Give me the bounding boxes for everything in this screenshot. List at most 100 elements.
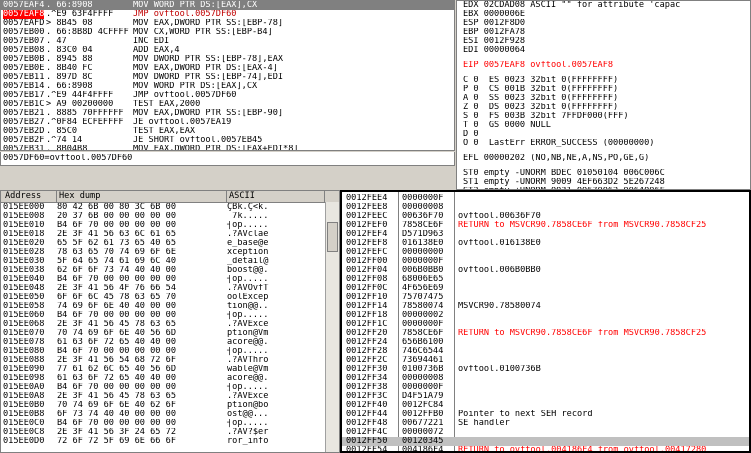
stack-row[interactable]: 0012FEF0 7858CE6F RETURN to MSVCR90.7858CE… (342, 221, 749, 230)
registers-pane[interactable]: EDX 02CDAD08 ASCII "" for attribute 'cap… (456, 0, 751, 190)
dump-row[interactable]: 015EE070 70 74 69 6F 6E 40 56 6D ption@Vm (1, 329, 339, 338)
stack-row[interactable]: 0012FF1C 0000000F (342, 320, 749, 329)
stack-row[interactable]: 0012FF18 00000002 (342, 311, 749, 320)
dump-row[interactable]: 015EE078 61 63 6F 72 65 40 40 00 acore@@. (1, 338, 339, 347)
register-line[interactable]: EDI 00000064 (457, 46, 750, 55)
register-line[interactable]: ESI 0012F928 (457, 37, 750, 46)
stack-row[interactable]: 0012FF44 0012FFB0 Pointer to next SEH reco… (342, 410, 749, 419)
dump-row[interactable]: 015EE0A0 B4 6F 70 00 00 00 00 00 ┤op..... (1, 383, 339, 392)
dump-row[interactable]: 015EE088 2E 3F 41 56 54 68 72 6F .?AVThro (1, 356, 339, 365)
disasm-row[interactable]: 0057EAFD > 8B45 08 MOV EAX,DWORD PTR SS:[E… (1, 19, 454, 28)
stack-row[interactable]: 0012FF2C 73694461 (342, 356, 749, 365)
dump-scrollbar[interactable] (325, 202, 339, 452)
memory-dump-pane[interactable]: Address Hex dump ASCII 015EE000 80 42 6B … (0, 190, 340, 453)
stack-row[interactable]: 0012FEFC 00000000 (342, 248, 749, 257)
disasm-row[interactable]: 0057EB0E. 8B40 FC MOV EAX,DWORD PTR DS:[E… (1, 64, 454, 73)
stack-row[interactable]: 0012FF50 00120345 (342, 437, 749, 446)
stack-row[interactable]: 0012FF14 78580074 MSVCR90.78580074 (342, 302, 749, 311)
disasm-row[interactable]: 0057EB21. 8885 70FFFFFF MOV EAX,DWORD PTR… (1, 109, 454, 118)
register-line[interactable]: EDX 02CDAD08 ASCII "" for attribute 'cap… (457, 1, 750, 10)
dump-row[interactable]: 015EE000 80 42 6B 00 80 3C 6B 00 ÇBk.Ç<k. (1, 203, 339, 212)
stack-row[interactable]: 0012FEEC 00636F70 ovftool.00636F70 (342, 212, 749, 221)
disasm-row[interactable]: 0057EB1C > A9 00200000 TEST EAX,2000 (1, 100, 454, 109)
dump-row[interactable]: 015EE038 62 6F 6F 73 74 40 40 00 boost@@. (1, 266, 339, 275)
disassembly-pane[interactable]: 0057EAF4. 66:8908 MOV WORD PTR DS:[EAX],C… (0, 0, 455, 151)
dump-row[interactable]: 015EE018 2E 3F 41 56 63 6C 61 65 .?AVclae (1, 230, 339, 239)
dump-row[interactable]: 015EE040 B4 6F 70 00 00 00 00 00 ┤op..... (1, 275, 339, 284)
register-line[interactable]: ESP 0012F8D0 (457, 19, 750, 28)
disasm-row[interactable]: 0057EB31. 8B04B8 MOV EAX,DWORD PTR DS:[EA… (1, 145, 454, 150)
disasm-row[interactable]: 0057EAF4. 66:8908 MOV WORD PTR DS:[EAX],C… (1, 1, 454, 10)
dump-row[interactable]: 015EE008 20 37 6B 00 00 00 00 00 7k..... (1, 212, 339, 221)
stack-row[interactable]: 0012FF04 006B0BB0 ovftool.006B0BB0 (342, 266, 749, 275)
stack-row[interactable]: 0012FF24 656B6100 (342, 338, 749, 347)
dump-row[interactable]: 015EE020 65 5F 62 61 73 65 40 65 e_base@e (1, 239, 339, 248)
dump-header-hex[interactable]: Hex dump (57, 191, 227, 202)
stack-row[interactable]: 0012FF0C 4F656E69 (342, 284, 749, 293)
dump-row[interactable]: 015EE030 5F 64 65 74 61 69 6C 40 _detail@ (1, 257, 339, 266)
disasm-row[interactable]: 0057EB00. 66:8B8D 4CFFFF MOV CX,WORD PTR … (1, 28, 454, 37)
stack-row[interactable]: 0012FF34 00000008 (342, 374, 749, 383)
dump-row[interactable]: 015EE090 77 61 62 6C 65 40 56 6D wable@Vm (1, 365, 339, 374)
register-line[interactable]: C 0 ES 0023 32bit 0(FFFFFFFF) (457, 76, 750, 85)
register-line[interactable]: D 0 (457, 130, 750, 139)
dump-header-ascii[interactable]: ASCII (227, 191, 325, 202)
stack-row[interactable]: 0012FF28 746C6544 (342, 347, 749, 356)
stack-row[interactable]: 0012FEE4 0000000F (342, 194, 749, 203)
stack-row[interactable]: 0012FF10 75707475 (342, 293, 749, 302)
dump-scrollbar-thumb[interactable] (327, 222, 338, 252)
register-line[interactable]: ST1 empty -UNORM 9009 4EF663D2 5E267248 (457, 178, 750, 187)
dump-row[interactable]: 015EE080 B4 6F 70 00 00 00 00 00 ┤op..... (1, 347, 339, 356)
stack-row[interactable]: 0012FEE8 00000008 (342, 203, 749, 212)
disasm-row[interactable]: 0057EB08. 83C0 04 ADD EAX,4 (1, 46, 454, 55)
dump-row[interactable]: 015EE098 61 63 6F 72 65 40 40 00 acore@@. (1, 374, 339, 383)
stack-row[interactable]: 0012FF4C 00000072 (342, 428, 749, 437)
dump-header-address[interactable]: Address (3, 191, 57, 202)
dump-row[interactable]: 015EE010 B4 6F 70 00 00 00 00 00 ┤op..... (1, 221, 339, 230)
dump-row[interactable]: 015EE068 2E 3F 41 56 45 78 63 65 .?AVExce (1, 320, 339, 329)
stack-row[interactable]: 0012FEF8 016138E0 ovftool.016138E0 (342, 239, 749, 248)
disasm-row[interactable]: 0057EB27 .^0F84 ECFEFFFF JE ovftool.0057EA… (1, 118, 454, 127)
stack-pane[interactable]: 0012FEE4 0000000F 0012FEE8 00000008 0012FEEC… (340, 190, 751, 453)
disasm-row[interactable]: 0057EB11. 897D 8C MOV DWORD PTR SS:[EBP-7… (1, 73, 454, 82)
disasm-row[interactable]: 0057EB14. 66:8908 MOV WORD PTR DS:[EAX],C… (1, 82, 454, 91)
stack-row[interactable]: 0012FF08 68006E65 (342, 275, 749, 284)
register-line[interactable]: A 0 SS 0023 32bit 0(FFFFFFFF) (457, 94, 750, 103)
dump-row[interactable]: 015EE0C8 2E 3F 41 56 3F 24 65 72 .?AV?$er (1, 428, 339, 437)
disasm-row[interactable]: 0057EB2F .^74 14 JE SHORT ovftool.0057EB45 (1, 136, 454, 145)
disasm-row[interactable]: 0057EB0B. 8945 88 MOV DWORD PTR SS:[EBP-7… (1, 55, 454, 64)
stack-row[interactable]: 0012FF30 0100736B ovftool.0100736B (342, 365, 749, 374)
disasm-row[interactable]: 0057EB17 .^E9 44F4FFFF JMP ovftool.0057DF6… (1, 91, 454, 100)
dump-row[interactable]: 015EE0A8 2E 3F 41 56 45 78 63 65 .?AVExce (1, 392, 339, 401)
stack-row[interactable]: 0012FF20 7858CE6F RETURN to MSVCR90.7858CE… (342, 329, 749, 338)
disasm-row[interactable]: 0057EAF8 .^E9 63F4FFFF JMP ovftool.0057DF6… (1, 10, 454, 19)
register-line[interactable]: EBX 0000006E (457, 10, 750, 19)
dump-row[interactable]: 015EE058 74 69 6F 6E 40 40 00 00 tion@@.. (1, 302, 339, 311)
dump-row[interactable]: 015EE050 6F 6F 6C 45 78 63 65 70 oolExcep (1, 293, 339, 302)
dump-row[interactable]: 015EE048 2E 3F 41 56 4F 76 66 54 .?AVOvfT (1, 284, 339, 293)
register-line[interactable]: EBP 0012FA78 (457, 28, 750, 37)
disasm-row[interactable]: 0057EB07. 47 INC EDI (1, 37, 454, 46)
stack-row[interactable]: 0012FEF4 D571D963 (342, 230, 749, 239)
dump-row[interactable]: 015EE060 B4 6F 70 00 00 00 00 00 ┤op..... (1, 311, 339, 320)
stack-row[interactable]: 0012FF00 0000000F (342, 257, 749, 266)
stack-row[interactable]: 0012FF54 004186F4 RETURN to ovftool.004186… (342, 446, 749, 451)
stack-row[interactable]: 0012FF40 0012FC84 (342, 401, 749, 410)
register-line[interactable]: ST0 empty -UNORM BDEC 01050104 006C006C (457, 169, 750, 178)
register-line[interactable]: O 0 LastErr ERROR_SUCCESS (00000000) (457, 139, 750, 148)
register-line[interactable]: Z 0 DS 0023 32bit 0(FFFFFFFF) (457, 103, 750, 112)
register-line[interactable]: P 0 CS 001B 32bit 0(FFFFFFFF) (457, 85, 750, 94)
dump-row[interactable]: 015EE028 78 63 65 70 74 69 6F 6E xception (1, 248, 339, 257)
register-line[interactable]: EFL 00000202 (NO,NB,NE,A,NS,PO,GE,G) (457, 154, 750, 163)
dump-row[interactable]: 015EE0C0 B4 6F 70 00 00 00 00 00 ┤op..... (1, 419, 339, 428)
dump-row[interactable]: 015EE0D0 72 6F 72 5F 69 6E 66 6F ror_info (1, 437, 339, 446)
stack-row[interactable]: 0012FF48 00677221 SE handler (342, 419, 749, 428)
register-line[interactable]: T 0 GS 0000 NULL (457, 121, 750, 130)
disasm-row[interactable]: 0057EB2D. 85C0 TEST EAX,EAX (1, 127, 454, 136)
dump-row[interactable]: 015EE0B8 6F 73 74 40 40 00 00 00 ost@@... (1, 410, 339, 419)
stack-row[interactable]: 0012FF38 0000000F (342, 383, 749, 392)
register-line[interactable]: S 0 FS 003B 32bit 7FFDF000(FFF) (457, 112, 750, 121)
register-line[interactable]: EIP 0057EAF8 ovftool.0057EAF8 (457, 61, 750, 70)
stack-row[interactable]: 0012FF3C D4F51A79 (342, 392, 749, 401)
dump-row[interactable]: 015EE0B0 70 74 69 6F 6E 40 62 6F ption@bo (1, 401, 339, 410)
